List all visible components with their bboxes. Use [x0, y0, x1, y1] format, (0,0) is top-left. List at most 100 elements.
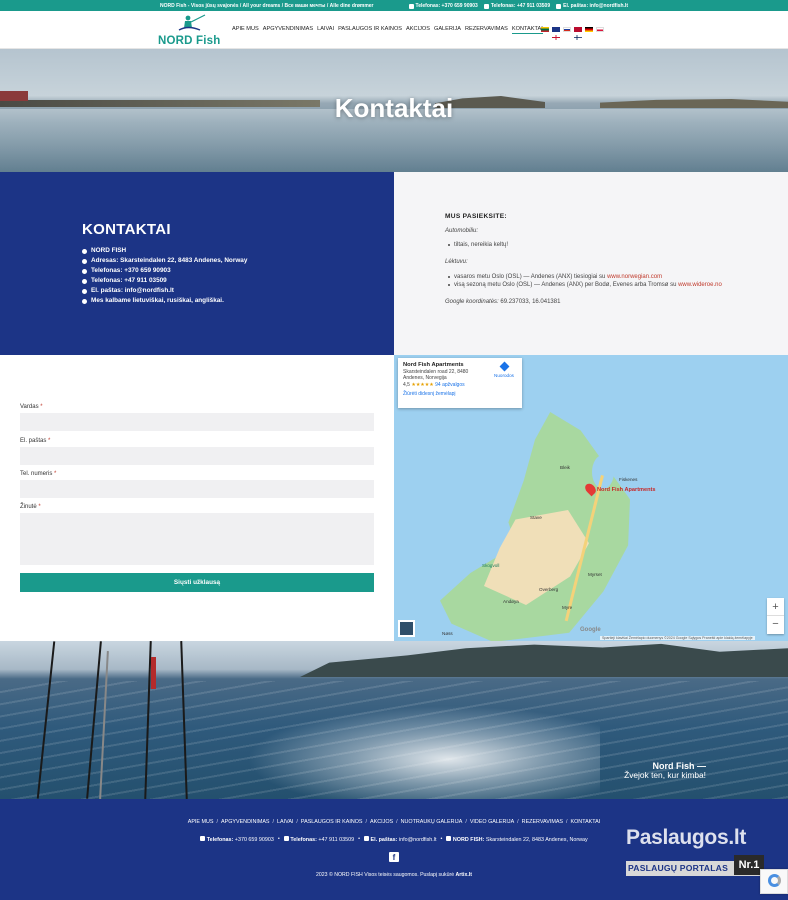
car-label: Automobiliu:: [445, 228, 479, 234]
banner-slogan: Nord Fish — Žvejok ten, kur kimba!: [624, 761, 706, 780]
contact-info-block: KONTAKTAI NORD FISH Adresas: Skarsteinda…: [0, 172, 394, 355]
contact-phone-1[interactable]: Telefonas: +370 659 90903: [82, 266, 247, 276]
recaptcha-badge[interactable]: [760, 869, 788, 894]
main-nav: APIE MUS APGYVENDINIMAS LAIVAI PASLAUGOS…: [232, 26, 543, 34]
facebook-icon[interactable]: f: [389, 852, 399, 862]
submit-button[interactable]: Siųsti užklausą: [20, 573, 374, 592]
contact-list: NORD FISH Adresas: Skarsteindalen 22, 84…: [82, 246, 247, 306]
nav-apie-mus[interactable]: APIE MUS: [232, 26, 259, 34]
phone-field[interactable]: [20, 480, 374, 498]
footer-link-rezervavimas[interactable]: REZERVAVIMAS: [522, 819, 563, 825]
location-pin-icon: [446, 836, 452, 841]
directions-block: MUS PASIEKSITE: Automobiliu: tiltais, ne…: [394, 172, 788, 355]
mail-icon: [82, 288, 87, 294]
map-town-myre: Myre: [562, 605, 573, 610]
nav-kontaktai[interactable]: KONTAKTAI: [511, 26, 543, 34]
map-town-skogvoll: Skogvoll: [482, 563, 500, 568]
message-field[interactable]: [20, 513, 374, 565]
footer-email[interactable]: El. paštas: info@nordfish.lt: [364, 836, 437, 843]
norwegian-link[interactable]: www.norwegian.com: [607, 274, 662, 280]
email-field[interactable]: [20, 447, 374, 465]
germany-flag-icon[interactable]: [585, 27, 593, 32]
footer-link-apie-mus[interactable]: APIE MUS: [188, 819, 214, 825]
mail-icon: [556, 3, 562, 9]
site-header: NORD Fish APIE MUS APGYVENDINIMAS LAIVAI…: [0, 11, 788, 49]
norway-flag-icon[interactable]: [574, 27, 582, 40]
google-coordinates: Google koordinatės: 69.237033, 16.041381: [445, 299, 561, 305]
map-town-stave: Stave: [530, 515, 542, 520]
satellite-toggle[interactable]: [398, 620, 415, 637]
phone-label: Tel. numeris *: [20, 471, 57, 477]
top-phone-1[interactable]: Telefonas: +370 659 90903: [408, 3, 478, 9]
zoom-in-button[interactable]: +: [767, 598, 784, 616]
map-town-andoya: Andøya: [503, 599, 519, 604]
page-title: Kontaktai: [334, 93, 454, 123]
google-logo: Google: [580, 627, 601, 633]
footer-link-apgyvendinimas[interactable]: APGYVENDINIMAS: [221, 819, 270, 825]
zoom-out-button[interactable]: −: [767, 616, 784, 634]
lithuania-flag-icon[interactable]: [541, 27, 549, 32]
contact-languages: Mes kalbame lietuviškai, rusiškai, angli…: [82, 296, 247, 306]
plane-item-2: visą sezoną metu Oslo (OSL) — Andenes (A…: [448, 282, 722, 288]
map-zoom-control: + −: [767, 598, 784, 634]
footer-phone-2[interactable]: Telefonas: +47 911 03509: [283, 836, 354, 843]
russia-flag-icon[interactable]: [563, 27, 571, 32]
wideroe-link[interactable]: www.wideroe.no: [678, 282, 722, 288]
footer-links: APIE MUS / APGYVENDINIMAS / LAIVAI / PASLAU…: [187, 819, 601, 825]
top-phone-2[interactable]: Telefonas: +47 911 03509: [483, 3, 550, 9]
name-field[interactable]: [20, 413, 374, 431]
directions-button[interactable]: Nuorodos: [492, 361, 516, 378]
larger-map-link[interactable]: Žiūrėti didesnį žemėlapį: [403, 391, 517, 397]
contact-email[interactable]: El. paštas: info@nordfish.lt: [82, 286, 247, 296]
footer-link-kontaktai[interactable]: KONTAKTAI: [571, 819, 601, 825]
paslaugos-title: Paslaugos.lt: [626, 826, 747, 849]
uk-flag-icon[interactable]: [551, 27, 561, 41]
nav-apgyvendinimas[interactable]: APGYVENDINIMAS: [263, 26, 313, 34]
phone-icon: [283, 836, 289, 841]
footer-address: NORD FISH: Skarsteindalen 22, 8483 Anden…: [446, 836, 588, 843]
contact-company: NORD FISH: [82, 246, 247, 256]
footer-link-paslaugos[interactable]: PASLAUGOS IR KAINOS: [301, 819, 363, 825]
site-logo[interactable]: NORD Fish: [158, 14, 222, 47]
name-label: Vardas *: [20, 404, 43, 410]
phone-icon: [408, 3, 414, 9]
language-switcher: [541, 27, 604, 41]
building-icon: [82, 248, 87, 254]
mail-icon: [364, 836, 369, 841]
map-attribution[interactable]: Spartieji klavišai Žemėlapio duomenys ©2…: [600, 636, 755, 640]
contact-address: Adresas: Skarsteindalen 22, 8483 Andenes…: [82, 256, 247, 266]
map-layer: Bleik Fiskenes Stave Skogvoll Myrset Ove…: [394, 355, 788, 641]
map-town-fiskenes: Fiskenes: [619, 477, 638, 482]
contact-form: [0, 355, 394, 641]
message-label: Žinutė *: [20, 504, 41, 510]
contact-phone-2[interactable]: Telefonas: +47 911 03509: [82, 276, 247, 286]
map-reviews-link[interactable]: 94 apžvalgos: [435, 382, 464, 388]
nav-laivai[interactable]: LAIVAI: [317, 26, 334, 34]
footer-link-laivai[interactable]: LAIVAI: [277, 819, 293, 825]
top-bar: NORD Fish - Visos jūsų svajonės / All yo…: [0, 0, 788, 11]
footer-link-nuotrauku-galerija[interactable]: NUOTRAUKŲ GALERIJA: [401, 819, 463, 825]
footer-link-akcijos[interactable]: AKCIJOS: [370, 819, 393, 825]
phone-icon: [483, 3, 489, 9]
nav-akcijos[interactable]: AKCIJOS: [406, 26, 430, 34]
top-bar-contacts: Telefonas: +370 659 90903 Telefonas: +47…: [408, 3, 628, 9]
artix-link[interactable]: Artix.lt: [456, 872, 472, 878]
nav-paslaugos[interactable]: PASLAUGOS IR KAINOS: [338, 26, 402, 34]
nav-rezervavimas[interactable]: REZERVAVIMAS: [465, 26, 508, 34]
nav-galerija[interactable]: GALERIJA: [434, 26, 461, 34]
map-place-address: Skarsteindalen road 22, 8480 Andenes, No…: [403, 369, 469, 381]
paslaugos-badge[interactable]: Paslaugos.lt PASLAUGŲ PORTALAS Nr.1: [626, 826, 764, 878]
fisherman-logo-icon: [178, 14, 206, 31]
rod-lure: [151, 657, 156, 689]
poland-flag-icon[interactable]: [596, 27, 604, 32]
map-lake: [592, 455, 614, 489]
info-icon: [82, 298, 87, 304]
map-town-myrset: Myrset: [588, 572, 602, 577]
top-email[interactable]: El. paštas: info@nordfish.lt: [556, 3, 628, 9]
directions-heading: MUS PASIEKSITE:: [445, 213, 507, 220]
phone-icon: [82, 268, 87, 274]
banner-mountains: [300, 643, 788, 677]
footer-phone-1[interactable]: Telefonas: +370 659 90903: [200, 836, 274, 843]
map-town-noss: Nøss: [442, 631, 453, 636]
footer-link-video-galerija[interactable]: VIDEO GALERIJA: [470, 819, 514, 825]
